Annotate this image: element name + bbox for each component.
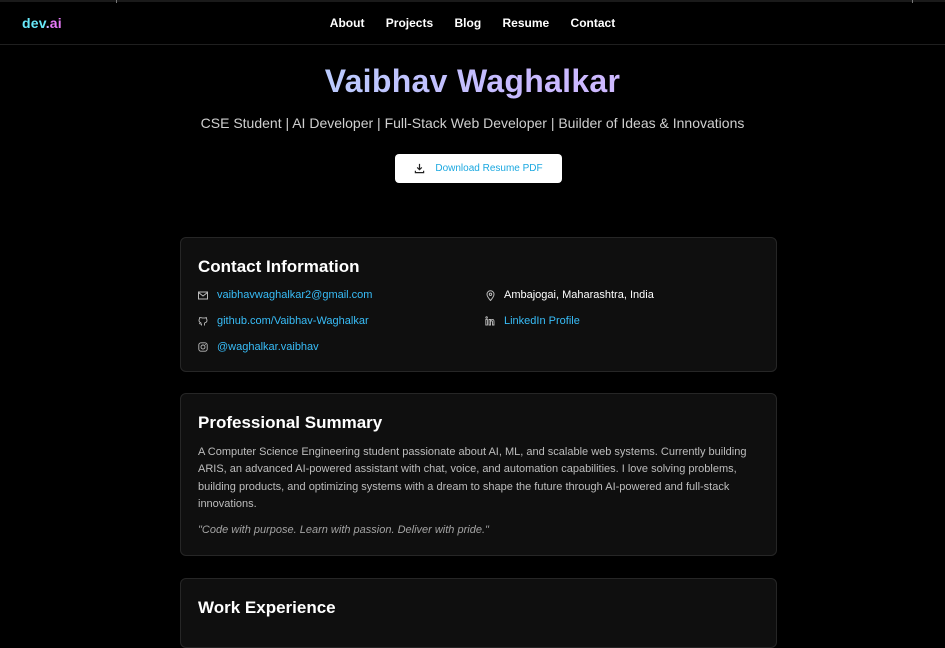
instagram-icon [198, 342, 208, 352]
contact-instagram-link[interactable]: @waghalkar.vaibhav [217, 341, 319, 353]
summary-quote: "Code with purpose. Learn with passion. … [198, 524, 489, 536]
contact-github-link[interactable]: github.com/Vaibhav-Waghalkar [217, 315, 369, 327]
navbar: dev.ai About Projects Blog Resume Contac… [0, 0, 945, 45]
hero-tagline: CSE Student | AI Developer | Full-Stack … [200, 115, 745, 131]
contact-location-row: Ambajogai, Maharashtra, India [485, 289, 654, 301]
contact-email-link[interactable]: vaibhavwaghalkar2@gmail.com [217, 289, 372, 301]
nav-link-contact[interactable]: Contact [571, 16, 616, 30]
github-icon [198, 316, 208, 326]
contact-email-row: vaibhavwaghalkar2@gmail.com [198, 289, 372, 301]
contact-linkedin-link[interactable]: LinkedIn Profile [504, 315, 580, 327]
contact-instagram-row: @waghalkar.vaibhav [198, 341, 319, 353]
summary-body: A Computer Science Engineering student p… [198, 446, 747, 511]
nav-link-projects[interactable]: Projects [386, 16, 433, 30]
linkedin-icon [485, 316, 495, 326]
hero-name: Vaibhav Waghalkar [0, 63, 945, 99]
work-experience-title: Work Experience [198, 598, 336, 617]
nav-link-about[interactable]: About [330, 16, 365, 30]
download-resume-label: Download Resume PDF [435, 163, 543, 174]
download-icon [414, 163, 425, 174]
summary-title: Professional Summary [198, 413, 383, 432]
nav-link-blog[interactable]: Blog [454, 16, 481, 30]
work-experience-card: Work Experience [180, 578, 777, 648]
summary-card: Professional Summary A Computer Science … [180, 393, 777, 556]
contact-card: Contact Information vaibhavwaghalkar2@gm… [180, 237, 777, 372]
contact-location-text: Ambajogai, Maharashtra, India [504, 289, 654, 301]
contact-github-row: github.com/Vaibhav-Waghalkar [198, 315, 369, 327]
mail-icon [198, 290, 208, 300]
map-pin-icon [485, 289, 495, 301]
contact-title: Contact Information [198, 257, 360, 276]
nav-links: About Projects Blog Resume Contact [0, 16, 945, 30]
contact-linkedin-row: LinkedIn Profile [485, 315, 580, 327]
download-resume-button[interactable]: Download Resume PDF [395, 154, 562, 183]
nav-link-resume[interactable]: Resume [503, 16, 550, 30]
